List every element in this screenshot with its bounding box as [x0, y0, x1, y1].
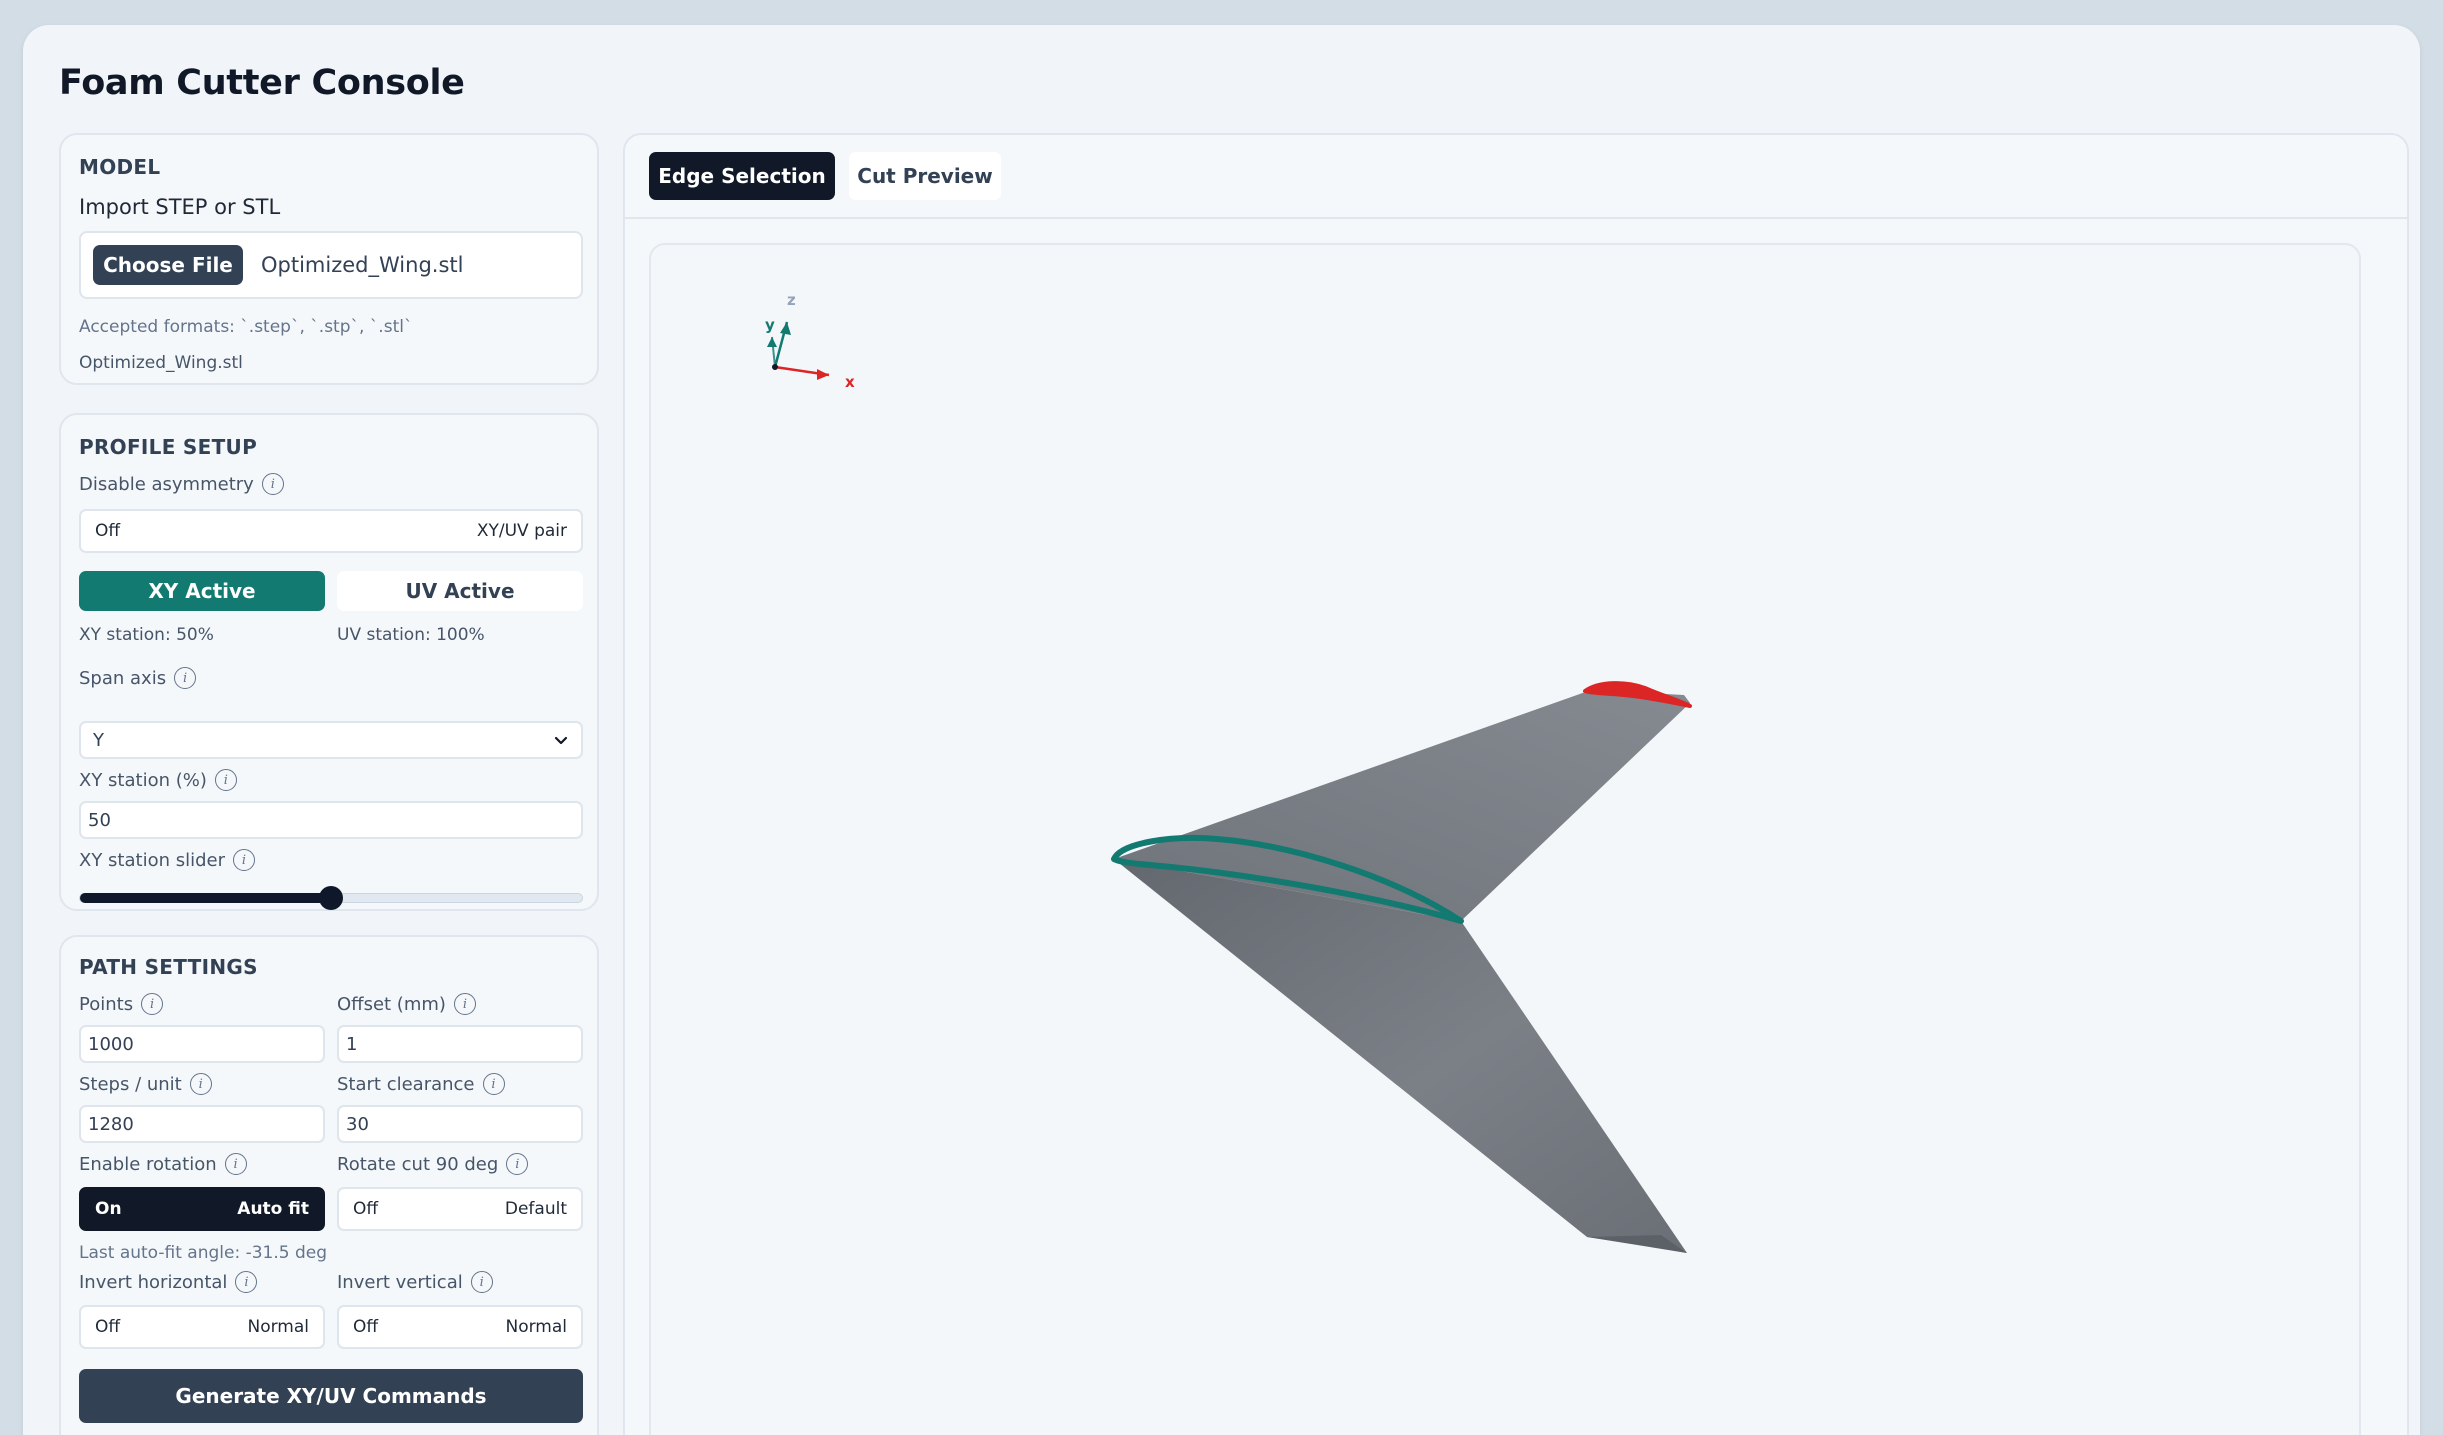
xy-station-pct-label: XY station (%) i	[79, 769, 237, 791]
invert-h-label-text: Invert horizontal	[79, 1271, 228, 1293]
wing-scene[interactable]: x y z	[651, 245, 2361, 1435]
viewer-tabs: Edge Selection Cut Preview	[625, 135, 2407, 219]
accepted-formats-text: Accepted formats: `.step`, `.stp`, `.stl…	[79, 317, 413, 337]
toggle-state: Off	[95, 1317, 121, 1337]
rotation-label: Enable rotation i	[79, 1153, 247, 1175]
clearance-label-text: Start clearance	[337, 1073, 475, 1095]
rotate90-label-text: Rotate cut 90 deg	[337, 1153, 499, 1175]
rotate90-toggle[interactable]: Off Default	[337, 1187, 583, 1231]
model-card: MODEL Import STEP or STL Choose File Opt…	[59, 133, 599, 385]
steps-input[interactable]: 1280	[79, 1105, 325, 1143]
span-axis-select[interactable]: Y	[79, 721, 583, 759]
viewer-card: Edge Selection Cut Preview x y z	[623, 133, 2409, 1435]
axis-y-label: y	[765, 316, 775, 334]
toggle-mode: Default	[504, 1199, 567, 1219]
axis-z-label: z	[787, 291, 796, 309]
wing-lower-surface	[1114, 859, 1687, 1253]
generate-commands-button[interactable]: Generate XY/UV Commands	[79, 1369, 583, 1423]
info-icon[interactable]: i	[141, 993, 164, 1015]
uv-active-button[interactable]: UV Active	[337, 571, 583, 611]
choose-file-button[interactable]: Choose File	[93, 245, 243, 285]
clearance-input[interactable]: 30	[337, 1105, 583, 1143]
points-label-text: Points	[79, 993, 134, 1015]
axis-x-label: x	[845, 373, 855, 391]
xy-station-text: XY station: 50%	[79, 625, 214, 645]
toggle-mode: XY/UV pair	[476, 521, 567, 541]
invert-v-toggle[interactable]: Off Normal	[337, 1305, 583, 1349]
invert-v-label-text: Invert vertical	[337, 1271, 463, 1293]
toggle-mode: Normal	[247, 1317, 309, 1337]
points-label: Points i	[79, 993, 164, 1015]
info-icon[interactable]: i	[470, 1271, 493, 1293]
info-icon[interactable]: i	[233, 849, 255, 871]
steps-label: Steps / unit i	[79, 1073, 212, 1095]
span-axis-label: Span axis i	[79, 667, 197, 689]
clearance-label: Start clearance i	[337, 1073, 505, 1095]
steps-label-text: Steps / unit	[79, 1073, 182, 1095]
disable-asymmetry-label-text: Disable asymmetry	[79, 473, 254, 495]
invert-h-toggle[interactable]: Off Normal	[79, 1305, 325, 1349]
import-label: Import STEP or STL	[79, 195, 281, 219]
toggle-state: Off	[353, 1199, 379, 1219]
disable-asymmetry-toggle[interactable]: Off XY/UV pair	[79, 509, 583, 553]
slider-thumb[interactable]	[319, 886, 343, 910]
tab-cut-preview[interactable]: Cut Preview	[849, 152, 1001, 200]
profile-setup-card: PROFILE SETUP Disable asymmetry i Off XY…	[59, 413, 599, 911]
toggle-state: Off	[95, 521, 121, 541]
info-icon[interactable]: i	[189, 1073, 212, 1095]
axis-triad: x y z	[765, 291, 855, 391]
info-icon[interactable]: i	[224, 1153, 247, 1175]
invert-v-label: Invert vertical i	[337, 1271, 493, 1293]
span-axis-label-text: Span axis	[79, 667, 167, 689]
info-icon[interactable]: i	[506, 1153, 529, 1175]
selected-file-name: Optimized_Wing.stl	[261, 253, 464, 277]
offset-input[interactable]: 1	[337, 1025, 583, 1063]
xy-station-pct-input[interactable]: 50	[79, 801, 583, 839]
wing-model[interactable]	[1111, 681, 1692, 1253]
span-axis-value: Y	[93, 729, 104, 751]
invert-h-label: Invert horizontal i	[79, 1271, 258, 1293]
path-section-title: PATH SETTINGS	[79, 955, 258, 979]
rotate90-label: Rotate cut 90 deg i	[337, 1153, 529, 1175]
disable-asymmetry-label: Disable asymmetry i	[79, 473, 284, 495]
uv-station-text: UV station: 100%	[337, 625, 485, 645]
toggle-mode: Normal	[505, 1317, 567, 1337]
chevron-down-icon	[554, 736, 568, 745]
toggle-mode: Auto fit	[237, 1199, 309, 1219]
toggle-state: On	[95, 1199, 122, 1219]
points-input[interactable]: 1000	[79, 1025, 325, 1063]
xy-slider-label-text: XY station slider	[79, 849, 225, 871]
info-icon[interactable]: i	[174, 667, 197, 689]
profile-section-title: PROFILE SETUP	[79, 435, 258, 459]
page-title: Foam Cutter Console	[59, 63, 465, 103]
info-icon[interactable]: i	[235, 1271, 258, 1293]
info-icon[interactable]: i	[453, 993, 476, 1015]
xy-active-button[interactable]: XY Active	[79, 571, 325, 611]
toggle-state: Off	[353, 1317, 379, 1337]
offset-label: Offset (mm) i	[337, 993, 476, 1015]
model-section-title: MODEL	[79, 155, 161, 179]
rotation-toggle[interactable]: On Auto fit	[79, 1187, 325, 1231]
info-icon[interactable]: i	[214, 769, 237, 791]
3d-viewport[interactable]: x y z	[649, 243, 2361, 1435]
info-icon[interactable]: i	[482, 1073, 505, 1095]
loaded-file-text: Optimized_Wing.stl	[79, 353, 243, 373]
xy-slider-label: XY station slider i	[79, 849, 255, 871]
xy-station-slider[interactable]	[79, 886, 583, 910]
path-settings-card: PATH SETTINGS Points i 1000 Offset (mm) …	[59, 935, 599, 1435]
tab-edge-selection[interactable]: Edge Selection	[649, 152, 835, 200]
app-window: Foam Cutter Console MODEL Import STEP or…	[23, 25, 2420, 1435]
auto-fit-angle-text: Last auto-fit angle: -31.5 deg	[79, 1243, 328, 1263]
info-icon[interactable]: i	[261, 473, 284, 495]
file-input[interactable]: Choose File Optimized_Wing.stl	[79, 231, 583, 299]
xy-station-pct-label-text: XY station (%)	[79, 769, 207, 791]
slider-fill	[80, 892, 331, 903]
rotation-label-text: Enable rotation	[79, 1153, 217, 1175]
offset-label-text: Offset (mm)	[337, 993, 446, 1015]
